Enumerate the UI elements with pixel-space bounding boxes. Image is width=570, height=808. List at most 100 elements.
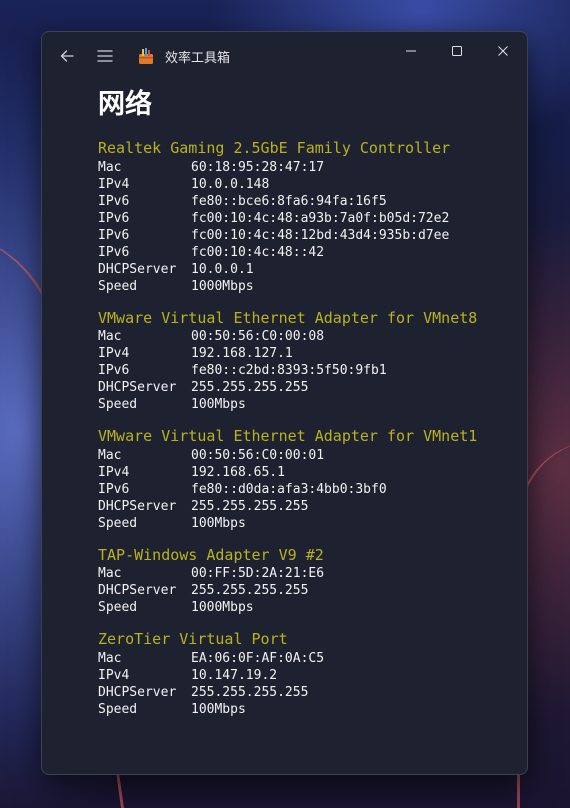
property-value: 192.168.127.1 [191,346,293,361]
adapter-property-row: Speed 100Mbps [98,515,518,532]
app-title: 效率工具箱 [165,51,231,66]
property-key: Speed [98,278,138,294]
adapter-property-row: Speed 1000Mbps [98,278,518,295]
property-key: Mac [98,159,122,175]
property-key: Mac [98,329,122,344]
property-value: 1000Mbps [191,278,254,294]
adapter-section: Realtek Gaming 2.5GbE Family Controller M… [98,139,518,295]
property-key: Mac [98,447,122,463]
adapter-list: Realtek Gaming 2.5GbE Family Controller M… [98,139,518,733]
adapter-property-row: Mac 00:FF:5D:2A:21:E6 [98,565,518,582]
adapter-name: Realtek Gaming 2.5GbE Family Controller [98,139,451,157]
property-value: 100Mbps [191,397,246,412]
menu-button[interactable] [93,44,117,68]
title-bar: 效率工具箱 [42,32,527,80]
property-value: EA:06:0F:AF:0A:C5 [191,650,325,666]
adapter-property-row: Speed 1000Mbps [98,599,518,616]
property-key: IPv6 [98,210,130,226]
property-key: IPv6 [98,244,130,260]
adapter-property-row: Mac 60:18:95:28:47:17 [98,159,518,176]
property-key: Speed [98,600,138,615]
hamburger-menu-icon [97,50,113,62]
property-value: fe80::d0da:afa3:4bb0:3bf0 [191,481,387,497]
property-value: 1000Mbps [191,600,254,615]
adapter-property-row: IPv6 fe80::c2bd:8393:5f50:9fb1 [98,362,518,379]
adapter-property-row: DHCPServer 10.0.0.1 [98,261,518,278]
property-value: fc00:10:4c:48::42 [191,244,325,260]
property-key: Mac [98,650,122,666]
maximize-button[interactable] [434,36,480,66]
adapter-section: ZeroTier Virtual Port Mac EA:06:0F:AF:0A:C… [98,630,518,718]
property-key: Mac [98,566,122,581]
property-key: IPv6 [98,481,130,497]
property-key: DHCPServer [98,498,177,514]
adapter-property-row: IPv4 192.168.127.1 [98,345,518,362]
property-value: fe80::bce6:8fa6:94fa:16f5 [191,193,387,209]
close-button[interactable] [480,36,526,66]
adapter-property-row: IPv6 fc00:10:4c:48:a93b:7a0f:b05d:72e2 [98,210,518,227]
adapter-property-row: IPv6 fc00:10:4c:48:12bd:43d4:935b:d7ee [98,227,518,244]
property-key: IPv6 [98,193,130,209]
property-key: IPv4 [98,667,130,683]
property-value: fc00:10:4c:48:a93b:7a0f:b05d:72e2 [191,210,450,226]
property-value: 00:FF:5D:2A:21:E6 [191,566,325,581]
adapter-property-row: IPv6 fe80::bce6:8fa6:94fa:16f5 [98,193,518,210]
property-value: fc00:10:4c:48:12bd:43d4:935b:d7ee [191,227,450,243]
minimize-icon [406,50,416,52]
property-value: 255.255.255.255 [191,684,309,700]
adapter-property-row: DHCPServer 255.255.255.255 [98,379,518,396]
adapter-name: TAP-Windows Adapter V9 #2 [98,545,324,564]
property-value: 255.255.255.255 [191,498,309,514]
property-value: 10.0.0.1 [191,261,254,277]
adapter-property-row: Mac EA:06:0F:AF:0A:C5 [98,650,518,667]
adapter-property-row: DHCPServer 255.255.255.255 [98,582,518,599]
property-value: 255.255.255.255 [191,380,309,395]
adapter-property-row: Mac 00:50:56:C0:00:01 [98,447,518,464]
page-title: 网络 [98,89,152,120]
adapter-section: VMware Virtual Ethernet Adapter for VMne… [98,427,518,532]
property-value: 60:18:95:28:47:17 [191,159,325,175]
property-key: Speed [98,397,138,412]
property-key: DHCPServer [98,583,177,598]
property-value: 10.0.0.148 [191,176,270,192]
adapter-name: VMware Virtual Ethernet Adapter for VMne… [98,308,478,327]
property-key: IPv4 [98,346,130,361]
property-value: 100Mbps [191,701,246,717]
property-key: IPv4 [98,176,130,192]
adapter-property-row: DHCPServer 255.255.255.255 [98,498,518,515]
property-key: DHCPServer [98,380,177,395]
adapter-property-row: IPv6 fc00:10:4c:48::42 [98,244,518,261]
adapter-section: TAP-Windows Adapter V9 #2 Mac 00:FF:5D:2A:… [98,545,518,617]
property-value: 10.147.19.2 [191,667,278,683]
property-value: 255.255.255.255 [191,583,309,598]
property-value: 00:50:56:C0:00:01 [191,447,325,463]
property-key: DHCPServer [98,684,177,700]
adapter-property-row: Mac 00:50:56:C0:00:08 [98,328,518,345]
adapter-property-row: DHCPServer 255.255.255.255 [98,684,518,701]
back-button[interactable] [55,44,79,68]
adapter-property-row: IPv6 fe80::d0da:afa3:4bb0:3bf0 [98,481,518,498]
adapter-property-row: Speed 100Mbps [98,396,518,413]
property-key: IPv6 [98,363,130,378]
property-value: 192.168.65.1 [191,464,285,480]
adapter-property-row: IPv4 192.168.65.1 [98,464,518,481]
adapter-property-row: IPv4 10.0.0.148 [98,176,518,193]
property-key: Speed [98,701,138,717]
app-window: 效率工具箱 网络 Realtek Gaming 2.5GbE Family Co… [41,31,528,775]
maximize-icon [452,46,462,56]
adapter-name: VMware Virtual Ethernet Adapter for VMne… [98,427,478,445]
minimize-button[interactable] [388,36,434,66]
adapter-name: ZeroTier Virtual Port [98,630,288,648]
adapter-property-row: IPv4 10.147.19.2 [98,667,518,684]
adapter-section: VMware Virtual Ethernet Adapter for VMne… [98,308,518,414]
property-key: DHCPServer [98,261,177,277]
property-key: IPv4 [98,464,130,480]
property-value: 00:50:56:C0:00:08 [191,329,325,344]
toolbox-app-icon [139,48,153,64]
property-value: fe80::c2bd:8393:5f50:9fb1 [191,363,387,378]
property-key: Speed [98,515,138,531]
close-icon [498,46,508,56]
adapter-property-row: Speed 100Mbps [98,701,518,718]
property-value: 100Mbps [191,515,246,531]
back-arrow-icon [60,50,74,62]
